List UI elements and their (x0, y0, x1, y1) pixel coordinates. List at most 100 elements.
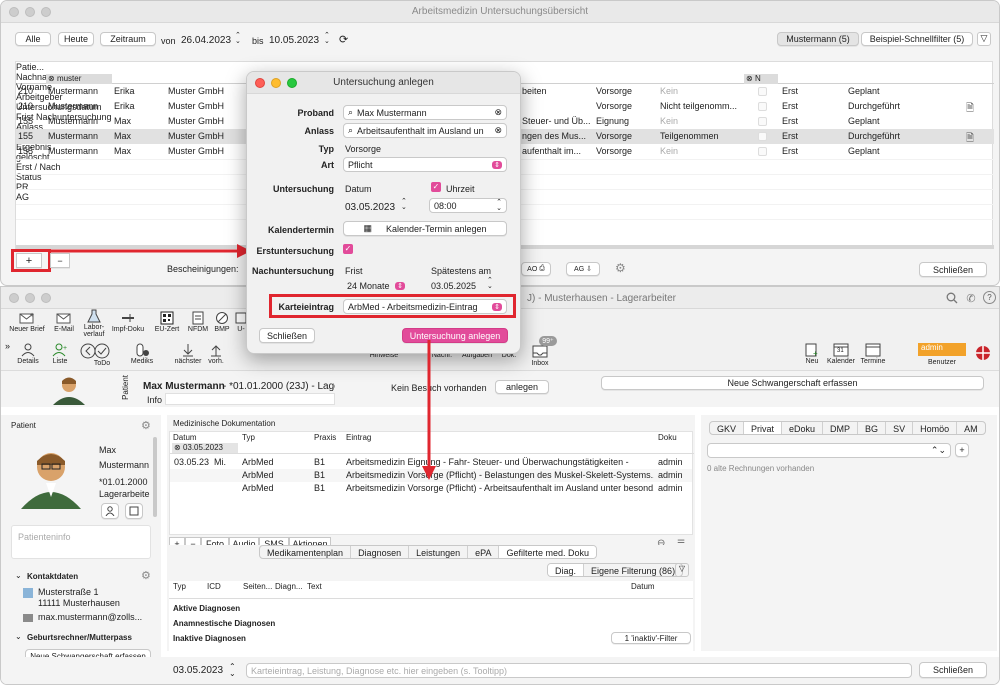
billing-tab-sv[interactable]: SV (886, 422, 914, 434)
overview-schliessen-button[interactable]: Schließen (919, 262, 987, 277)
col-doku[interactable]: Doku (658, 433, 677, 442)
clear-icon[interactable]: ⊗ (494, 125, 502, 136)
billing-tab-gkv[interactable]: GKV (710, 422, 745, 434)
schwangerschaft-header-button[interactable]: Neue Schwangerschaft erfassen (601, 376, 984, 390)
col-datum[interactable]: Datum (173, 433, 197, 442)
clear-icon[interactable]: ⊗ (494, 107, 502, 118)
von-date[interactable]: 26.04.2023 (181, 35, 231, 46)
schnellfilter-button[interactable]: Beispiel-Schnellfilter (5) (861, 32, 973, 46)
von-stepper-icon[interactable]: ⌃ ⌄ (235, 32, 241, 45)
nachname-filter[interactable]: ⊗ muster (46, 74, 112, 84)
toolbar-kalender[interactable]: Kalender (825, 343, 857, 365)
deleted-checkbox[interactable] (758, 132, 767, 141)
search-icon[interactable] (945, 291, 959, 305)
diag-col-datum[interactable]: Datum (631, 582, 655, 591)
col-praxis[interactable]: Praxis (314, 433, 336, 442)
toolbar-email[interactable]: E-Mail (51, 311, 77, 333)
top-funnel-icon[interactable]: ▽ (977, 32, 991, 46)
billing-tab-am[interactable]: AM (957, 422, 985, 434)
benutzer-box[interactable]: admin Benutzer (918, 343, 968, 369)
col-eintrag[interactable]: Eintrag (346, 433, 371, 442)
spaetestens-stepper-icon[interactable]: ⌃ ⌄ (487, 277, 493, 290)
tab-epa[interactable]: ePA (468, 546, 500, 558)
eigene-filterung-button[interactable]: Eigene Filterung (86) (584, 564, 682, 576)
kontakt-email[interactable]: max.mustermann@zolls... (38, 612, 142, 622)
diag-button[interactable]: Diag. (548, 564, 585, 576)
datum-stepper-icon[interactable]: ⌃ ⌄ (401, 198, 407, 211)
uhrzeit-field[interactable]: 08:00 ⌃ ⌄ (429, 198, 507, 213)
toolbar-mediks[interactable]: Mediks (127, 343, 157, 365)
heute-button[interactable]: Heute (58, 32, 94, 46)
settings-gear-icon[interactable]: ⚙ (615, 261, 626, 275)
toolbar-neuer-brief[interactable]: + Neuer Brief (7, 311, 47, 333)
patienteninfo-box[interactable]: Patienteninfo (11, 525, 151, 559)
kontakt-chevron-icon[interactable]: ⌄ (15, 571, 22, 580)
besuch-anlegen-button[interactable]: anlegen (495, 380, 549, 394)
kontakt-gear-icon[interactable]: ⚙ (141, 569, 151, 582)
flag-icon[interactable] (971, 345, 995, 361)
diag-col-icd[interactable]: ICD (207, 582, 221, 591)
panel-gear-icon[interactable]: ⚙ (141, 419, 151, 432)
geloescht-filter[interactable]: ⊗ N (744, 74, 778, 84)
art-select[interactable]: Pflicht ⇕ (343, 157, 507, 172)
billing-select[interactable]: ⌃⌄ (707, 443, 951, 458)
refresh-icon[interactable]: ⟳ (339, 33, 348, 46)
ao-print-button[interactable]: AO ⎙ (521, 262, 551, 276)
scrollbar[interactable] (153, 437, 157, 517)
datum-value[interactable]: 03.05.2023 (345, 202, 395, 213)
dialog-schliessen-button[interactable]: Schließen (259, 328, 315, 343)
mustermann-filter-button[interactable]: Mustermann (5) (777, 32, 859, 46)
toolbar-inbox[interactable]: 99⁺ Inbox (527, 336, 557, 367)
untersuchung-anlegen-button[interactable]: Untersuchung anlegen (402, 328, 508, 343)
col-typ[interactable]: Typ (242, 433, 255, 442)
tab-medikamentenplan[interactable]: Medikamentenplan (260, 546, 352, 558)
toolbar-details[interactable]: Details (13, 343, 43, 365)
deleted-checkbox[interactable] (758, 147, 767, 156)
zeitraum-button[interactable]: Zeitraum (100, 32, 156, 46)
diag-col-text[interactable]: Text (307, 582, 322, 591)
med-doku-row[interactable]: ArbMed B1 Arbeitsmedizin Vorsorge (Pflicht… (170, 482, 692, 495)
karteieintrag-input[interactable]: Karteieintrag, Leistung, Diagnose etc. h… (246, 663, 912, 678)
diag-col-diagn[interactable]: Diagn... (275, 582, 303, 591)
toolbar-laborverlauf[interactable]: Labor- verlauf (79, 309, 109, 338)
toolbar-naechster[interactable]: nächster (173, 343, 203, 365)
billing-tab-privat[interactable]: Privat (744, 422, 783, 434)
deleted-checkbox[interactable] (758, 117, 767, 126)
funnel-icon[interactable]: ▽ (675, 563, 689, 577)
frist-select[interactable]: 24 Monate ⇕ (343, 278, 409, 293)
collapse-icon[interactable]: » (5, 341, 10, 351)
toolbar-nfdm[interactable]: NFDM (186, 311, 210, 333)
footer-schliessen-button[interactable]: Schließen (919, 662, 987, 678)
info-field[interactable] (165, 393, 335, 405)
geburt-chevron-icon[interactable]: ⌄ (15, 632, 22, 641)
card-button[interactable] (125, 503, 143, 519)
tab-gefilterte-med-doku[interactable]: Gefilterte med. Doku (499, 546, 597, 558)
kalender-termin-button[interactable]: ▦ Kalender-Termin anlegen (343, 221, 507, 236)
patient-vertical-tab[interactable]: Patient (121, 375, 130, 400)
toolbar-todo[interactable]: ToDo (89, 343, 115, 367)
toolbar-vorh[interactable]: vorh. (205, 343, 227, 365)
diag-col-seiten[interactable]: Seiten... (243, 582, 272, 591)
spaetestens-value[interactable]: 03.05.2025 (431, 281, 476, 291)
billing-tab-homoeo[interactable]: Homöo (913, 422, 958, 434)
ag-export-button[interactable]: AG ⇩ (566, 262, 600, 276)
deleted-checkbox[interactable] (758, 102, 767, 111)
add-untersuchung-button[interactable]: + (16, 253, 42, 268)
help-icon[interactable]: ? (983, 291, 996, 304)
erstuntersuchung-checkbox[interactable]: ✓ (343, 244, 353, 254)
phone-icon[interactable]: ✆ (964, 291, 978, 305)
anlass-field[interactable]: ⌕ Arbeitsaufenthalt im Ausland un ⊗ (343, 123, 507, 138)
datum-filter[interactable]: ⊗ 03.05.2023 (172, 443, 238, 453)
toolbar-eu-zert[interactable]: EU-Zert (151, 311, 183, 333)
toolbar-bmp[interactable]: BMP (211, 311, 233, 333)
billing-tab-bg[interactable]: BG (858, 422, 887, 434)
tab-diagnosen[interactable]: Diagnosen (351, 546, 410, 558)
toolbar-neu[interactable]: + Neu (801, 343, 823, 365)
stepper-icon[interactable]: ⌃ ⌄ (496, 199, 502, 212)
inaktiv-filter-button[interactable]: 1 'inaktiv'-Filter (611, 632, 691, 644)
bis-date[interactable]: 10.05.2023 (269, 35, 319, 46)
uhrzeit-checkbox[interactable]: ✓ (431, 182, 441, 192)
footer-date-stepper[interactable]: ⌃ ⌄ (229, 663, 236, 678)
overview-col-0[interactable]: Patie... (16, 62, 46, 72)
proband-field[interactable]: ⌕ Max Mustermann ⊗ (343, 105, 507, 120)
